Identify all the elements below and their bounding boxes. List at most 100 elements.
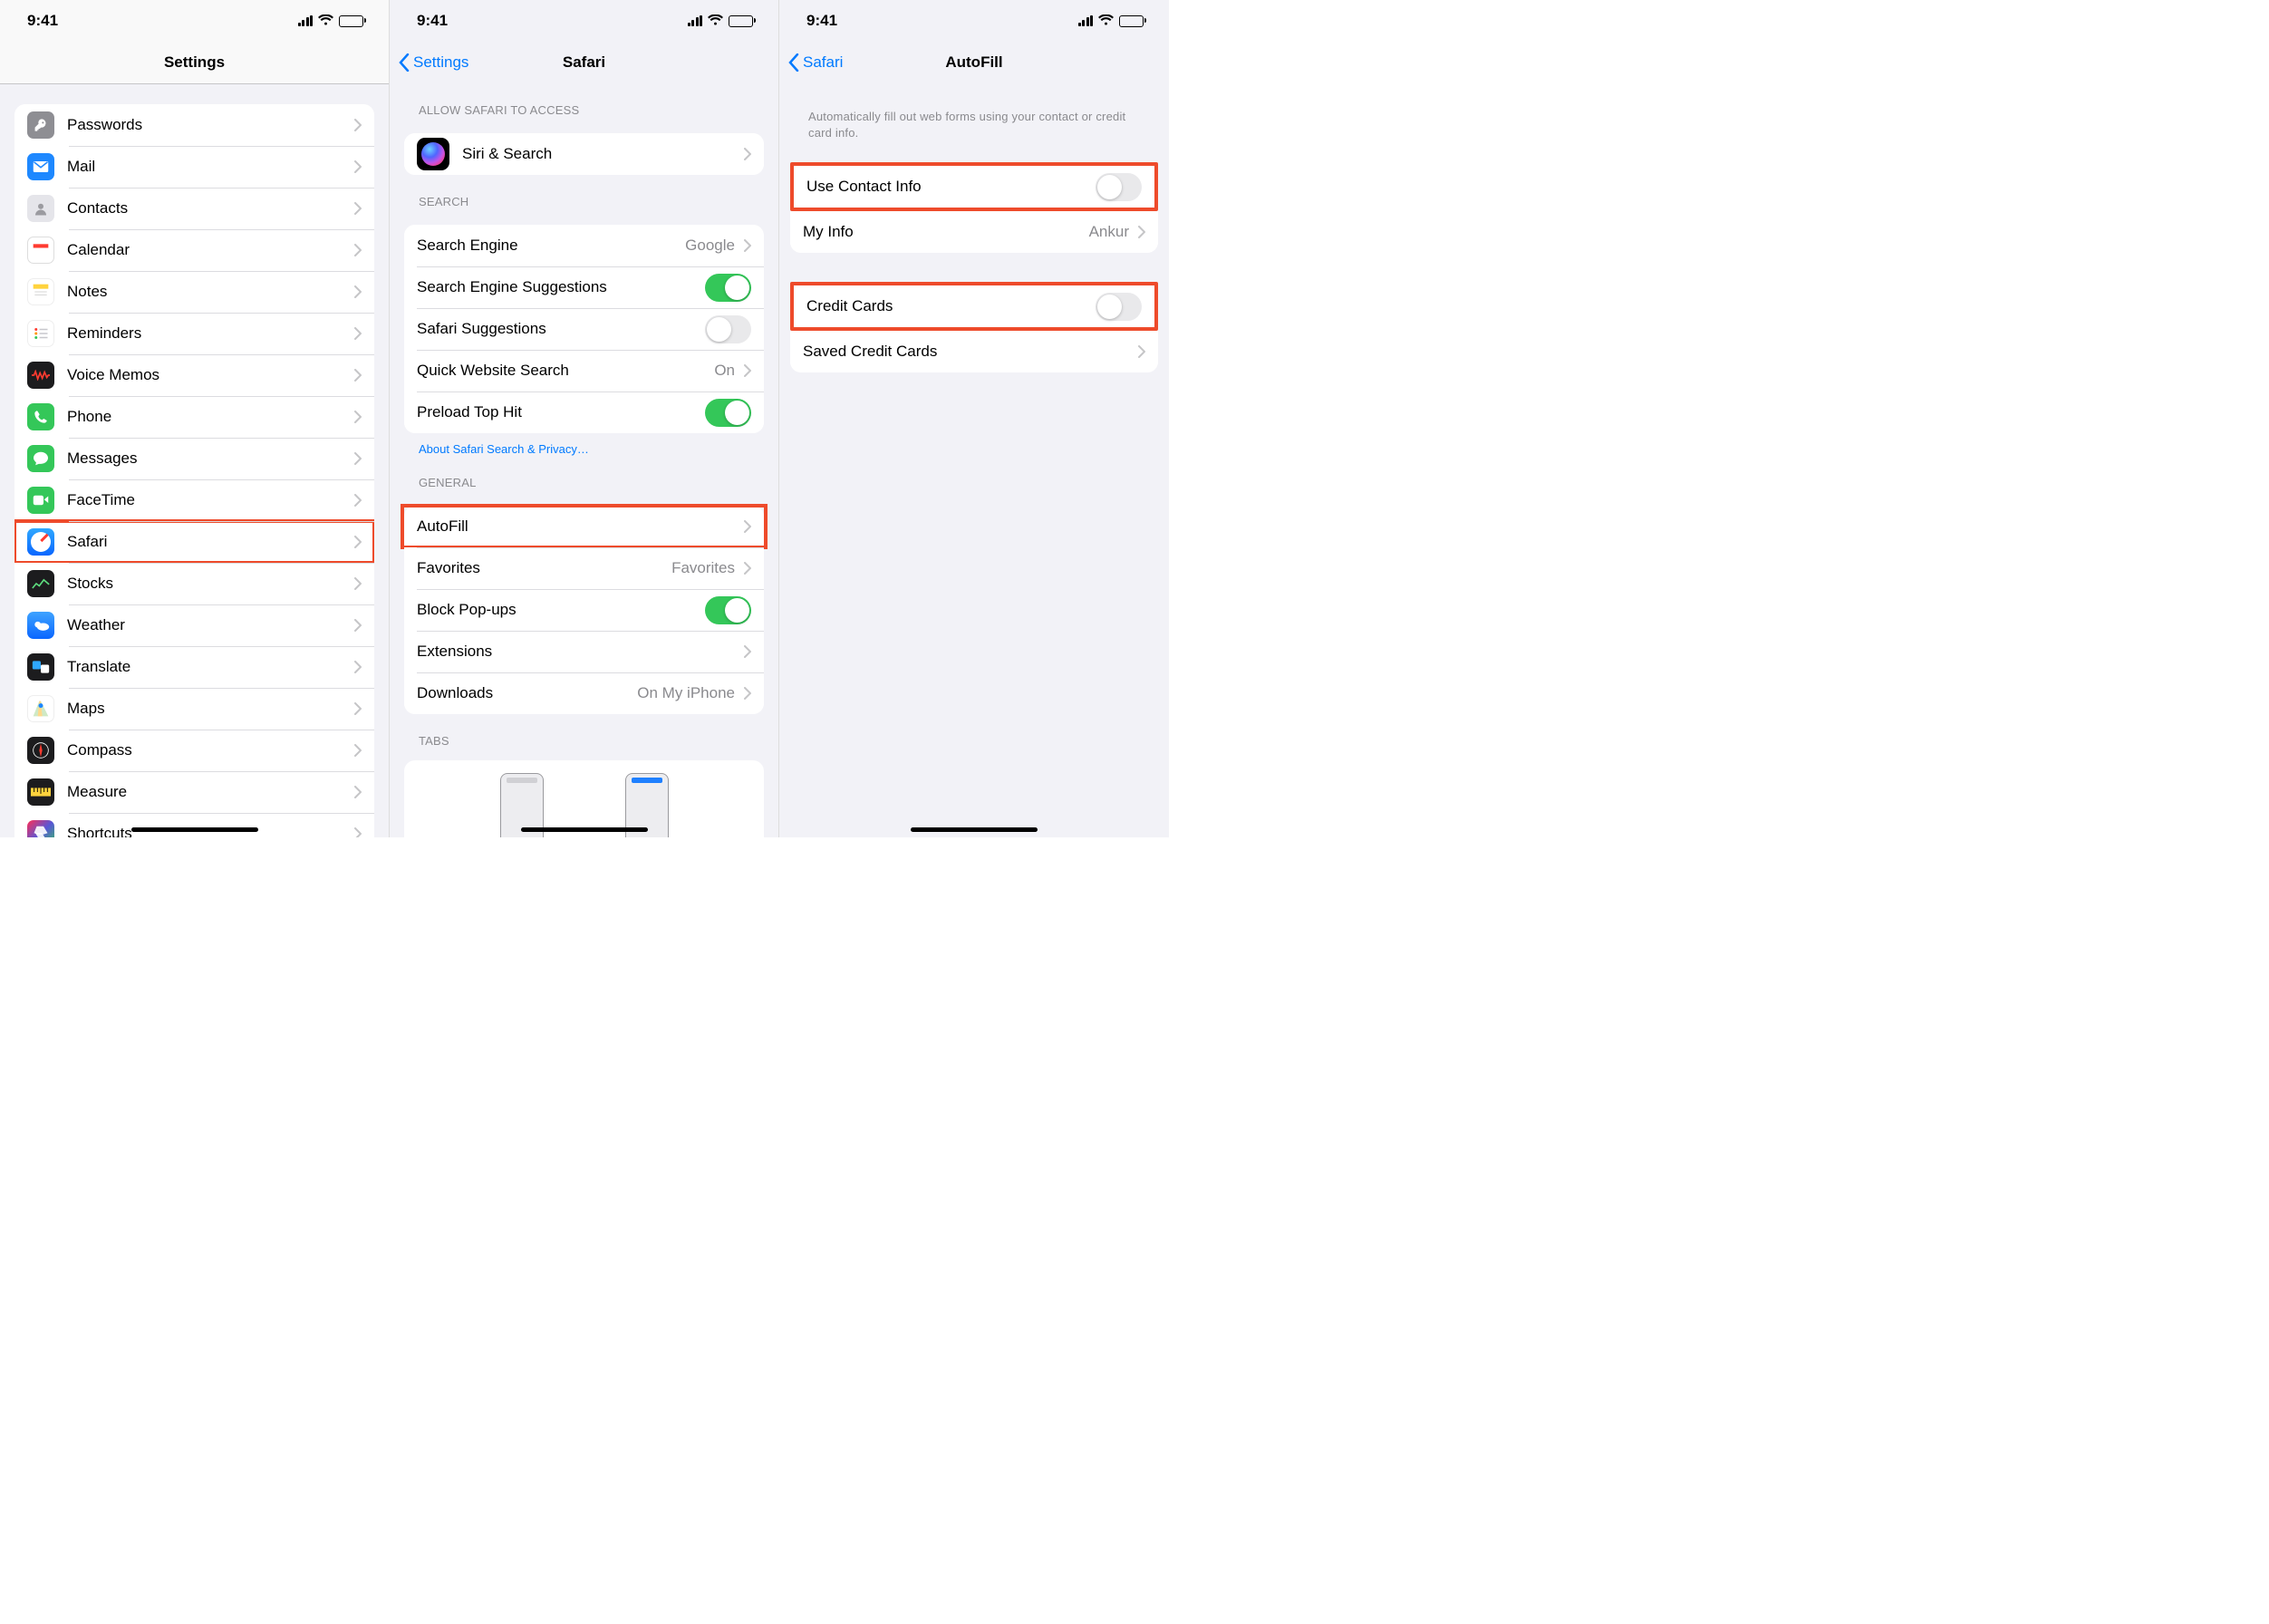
settings-row-notes[interactable]: Notes — [14, 271, 374, 313]
saved-credit-cards-row[interactable]: Saved Credit Cards — [790, 331, 1158, 372]
settings-row-measure[interactable]: Measure — [14, 771, 374, 813]
row-label: Reminders — [67, 324, 351, 343]
toggle-switch[interactable] — [705, 596, 751, 624]
saved-cc-section: Saved Credit Cards — [790, 331, 1158, 372]
settings-row-passwords[interactable]: Passwords — [14, 104, 374, 146]
use-contact-info-row[interactable]: Use Contact Info — [794, 166, 1154, 208]
search-suggestions-row[interactable]: Search Engine Suggestions — [404, 266, 764, 308]
settings-row-calendar[interactable]: Calendar — [14, 229, 374, 271]
notes-icon — [27, 278, 54, 305]
row-label: Mail — [67, 158, 351, 176]
chevron-right-icon — [744, 239, 751, 252]
preload-top-hit-row[interactable]: Preload Top Hit — [404, 392, 764, 433]
settings-row-contacts[interactable]: Contacts — [14, 188, 374, 229]
toggle-switch[interactable] — [705, 274, 751, 302]
shortcuts-icon — [27, 820, 54, 837]
row-label: Extensions — [417, 643, 740, 661]
row-label: Search Engine — [417, 237, 685, 255]
settings-row-compass[interactable]: Compass — [14, 730, 374, 771]
myinfo-section: My Info Ankur — [790, 211, 1158, 253]
siri-search-row[interactable]: Siri & Search — [404, 133, 764, 175]
toggle-switch[interactable] — [1096, 173, 1142, 201]
home-indicator[interactable] — [911, 827, 1038, 832]
wifi-icon — [708, 12, 723, 30]
row-detail: Favorites — [671, 559, 735, 577]
safari-suggestions-row[interactable]: Safari Suggestions — [404, 308, 764, 350]
access-group: Siri & Search — [404, 133, 764, 175]
nav-bar: Safari AutoFill — [779, 42, 1169, 83]
contacts-icon — [27, 195, 54, 222]
battery-icon — [339, 15, 363, 27]
row-label: Measure — [67, 783, 351, 801]
battery-icon — [1119, 15, 1144, 27]
reminders-icon — [27, 320, 54, 347]
translate-icon — [27, 653, 54, 681]
chevron-right-icon — [354, 202, 362, 215]
chevron-right-icon — [744, 520, 751, 533]
my-info-row[interactable]: My Info Ankur — [790, 211, 1158, 253]
row-label: Use Contact Info — [806, 178, 1096, 196]
chevron-right-icon — [354, 619, 362, 632]
settings-row-reminders[interactable]: Reminders — [14, 313, 374, 354]
safari-icon — [27, 528, 54, 556]
row-label: Notes — [67, 283, 351, 301]
page-title: AutoFill — [779, 53, 1169, 72]
toggle-switch[interactable] — [705, 315, 751, 343]
siri-icon — [417, 138, 449, 170]
row-label: Quick Website Search — [417, 362, 714, 380]
favorites-row[interactable]: Favorites Favorites — [404, 547, 764, 589]
tabs-preview — [404, 760, 764, 837]
settings-row-phone[interactable]: Phone — [14, 396, 374, 438]
chevron-right-icon — [1138, 345, 1145, 358]
chevron-right-icon — [744, 645, 751, 658]
autofill-row[interactable]: AutoFill — [404, 506, 764, 547]
settings-row-messages[interactable]: Messages — [14, 438, 374, 479]
row-label: Block Pop-ups — [417, 601, 705, 619]
toggle-switch[interactable] — [1096, 293, 1142, 321]
row-label: Contacts — [67, 199, 351, 218]
battery-icon — [729, 15, 753, 27]
about-privacy-link[interactable]: About Safari Search & Privacy… — [390, 433, 778, 456]
extensions-row[interactable]: Extensions — [404, 631, 764, 672]
row-label: Favorites — [417, 559, 671, 577]
cellular-icon — [1078, 15, 1094, 26]
search-engine-row[interactable]: Search Engine Google — [404, 225, 764, 266]
settings-row-voicememos[interactable]: Voice Memos — [14, 354, 374, 396]
chevron-right-icon — [354, 160, 362, 173]
home-indicator[interactable] — [131, 827, 258, 832]
chevron-right-icon — [354, 494, 362, 507]
block-popups-row[interactable]: Block Pop-ups — [404, 589, 764, 631]
settings-row-safari[interactable]: Safari — [14, 521, 374, 563]
downloads-row[interactable]: Downloads On My iPhone — [404, 672, 764, 714]
chevron-right-icon — [744, 364, 751, 377]
chevron-right-icon — [354, 744, 362, 757]
status-bar: 9:41 — [779, 0, 1169, 42]
toggle-switch[interactable] — [705, 399, 751, 427]
credit-cards-section: Credit Cards — [790, 282, 1158, 331]
chevron-right-icon — [744, 562, 751, 575]
settings-row-shortcuts[interactable]: Shortcuts — [14, 813, 374, 837]
credit-cards-row[interactable]: Credit Cards — [794, 285, 1154, 327]
intro-text: Automatically fill out web forms using y… — [779, 83, 1169, 146]
settings-row-translate[interactable]: Translate — [14, 646, 374, 688]
quick-website-search-row[interactable]: Quick Website Search On — [404, 350, 764, 392]
row-label: Search Engine Suggestions — [417, 278, 705, 296]
compass-icon — [27, 737, 54, 764]
chevron-right-icon — [354, 327, 362, 340]
chevron-right-icon — [744, 687, 751, 700]
settings-row-facetime[interactable]: FaceTime — [14, 479, 374, 521]
settings-row-stocks[interactable]: Stocks — [14, 563, 374, 604]
settings-row-maps[interactable]: Maps — [14, 688, 374, 730]
phone-icon — [27, 403, 54, 430]
settings-row-weather[interactable]: Weather — [14, 604, 374, 646]
row-label: Maps — [67, 700, 351, 718]
row-label: Messages — [67, 450, 351, 468]
row-label: Safari Suggestions — [417, 320, 705, 338]
row-label: Passwords — [67, 116, 351, 134]
wifi-icon — [318, 12, 333, 30]
settings-row-mail[interactable]: Mail — [14, 146, 374, 188]
facetime-icon — [27, 487, 54, 514]
wifi-icon — [1098, 12, 1114, 30]
row-label: Credit Cards — [806, 297, 1096, 315]
home-indicator[interactable] — [521, 827, 648, 832]
